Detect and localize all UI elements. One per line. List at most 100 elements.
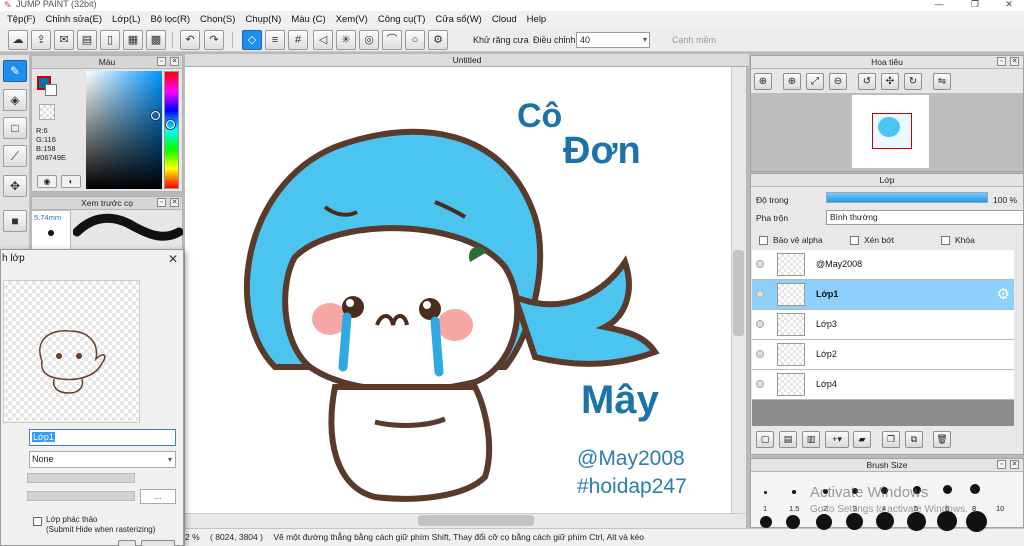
menu-filter[interactable]: Bộ lọc(R) [145,14,195,25]
background-color-swatch[interactable] [45,84,57,96]
menu-capture[interactable]: Chụp(N) [240,14,286,25]
delete-layer-icon[interactable]: 🗑 [933,431,951,448]
redo-icon[interactable]: ↷ [204,30,224,50]
visibility-toggle-icon[interactable] [756,380,764,388]
panel-close-icon[interactable]: ✕ [1010,460,1019,469]
grid-ruler-icon[interactable]: # [288,30,308,50]
dialog-blend-select[interactable]: None ▾ [29,451,176,468]
new-layer-icon[interactable]: ▢ [756,431,774,448]
rectangle-select-icon[interactable]: □ [3,117,27,139]
curve-ruler-icon[interactable]: ⌒ [382,30,402,50]
dialog-more-button[interactable]: ... [140,489,176,504]
restore-button[interactable]: ❐ [960,0,990,10]
brush-size-dot[interactable] [786,515,800,529]
dialog-close-icon[interactable]: ✕ [166,252,180,266]
menu-file[interactable]: Tệp(F) [2,14,41,25]
hue-slider-handle[interactable] [166,120,175,129]
dialog-ok-button[interactable] [118,540,136,546]
zoom-fit-icon[interactable]: ⊕ [754,73,772,90]
perspective-ruler-icon[interactable]: ◁ [313,30,333,50]
sv-picker-handle[interactable] [151,111,160,120]
menu-help[interactable]: Help [522,14,552,25]
eyedropper-icon[interactable]: ◐ [61,175,81,188]
clipping-checkbox[interactable] [850,236,859,245]
brush-size-dot[interactable] [966,511,987,532]
adjust-value-select[interactable]: 40 ▾ [576,32,650,48]
chat-icon[interactable]: ▤ [77,30,97,50]
layer-row-selected[interactable]: Lớp1 ⚙ [752,280,1014,310]
layer-row[interactable]: Lớp4 [752,370,1014,400]
comment-icon[interactable]: ✉ [54,30,74,50]
panel-close-icon[interactable]: ✕ [170,198,179,207]
dialog-slider-track[interactable] [27,473,135,483]
brush-size-dot[interactable] [943,485,952,494]
zoom-in-icon[interactable]: ⊕ [783,73,801,90]
visibility-toggle-icon[interactable] [756,350,764,358]
ruler-off-icon[interactable]: ◇ [242,30,262,50]
canvas[interactable]: Cô Đơn Mây @May2008 #hoidap247 [185,67,731,513]
horizontal-scroll-thumb[interactable] [418,515,534,526]
layer-row[interactable]: Lớp3 [752,310,1014,340]
reset-rotation-icon[interactable]: ✣ [881,73,899,90]
ruler-settings-icon[interactable]: ⚙ [428,30,448,50]
menu-window[interactable]: Cửa sổ(W) [430,14,486,25]
brush-tool-icon[interactable]: ✎ [3,60,27,82]
blend-mode-select[interactable]: Bình thường [826,210,1024,225]
brush-size-dot[interactable] [792,490,796,494]
actual-size-icon[interactable]: ⤢ [806,73,824,90]
line-tool-icon[interactable]: ⟋ [3,145,27,167]
rotate-left-icon[interactable]: ↺ [858,73,876,90]
layer-settings-gear-icon[interactable]: ⚙ [997,285,1010,303]
parallel-ruler-icon[interactable]: ≡ [265,30,285,50]
radial-ruler-icon[interactable]: ✳ [336,30,356,50]
add-layer-menu-icon[interactable]: +▾ [825,431,849,448]
brush-size-dot[interactable] [760,516,772,528]
panel-float-icon[interactable]: ▫ [157,57,166,66]
hue-slider[interactable] [164,71,179,189]
circle-ruler-icon[interactable]: ○ [405,30,425,50]
brush-size-dot[interactable] [816,514,832,530]
dialog-slider-track[interactable] [27,491,135,501]
fill-tool-icon[interactable]: ■ [3,210,27,232]
brush-size-dot[interactable] [764,491,767,494]
document-tab[interactable]: Untitled [185,54,749,67]
panel-float-icon[interactable]: ▫ [997,460,1006,469]
new-text-layer-icon[interactable]: ▥ [802,431,820,448]
export-icon[interactable]: ⇪ [31,30,51,50]
panel-close-icon[interactable]: ✕ [170,57,179,66]
undo-icon[interactable]: ↶ [180,30,200,50]
draft-layer-checkbox[interactable] [33,517,42,526]
layer-name-input[interactable]: Lớp1 [29,429,176,446]
document-icon[interactable]: ▦ [123,30,143,50]
color-wheel-icon[interactable]: ◉ [37,175,57,188]
dialog-cancel-button[interactable] [141,540,175,546]
protect-alpha-checkbox[interactable] [759,236,768,245]
layer-row[interactable]: @May2008 [752,250,1014,280]
menu-tools[interactable]: Công cụ(T) [373,14,431,25]
visibility-toggle-icon[interactable] [756,290,764,298]
zoom-out-icon[interactable]: ⊖ [829,73,847,90]
grid-menu-icon[interactable]: ▩ [146,30,166,50]
rotate-right-icon[interactable]: ↻ [904,73,922,90]
menu-select[interactable]: Chọn(S) [195,14,240,25]
navigator-thumbnail[interactable] [852,95,929,168]
transparent-color-swatch[interactable] [39,104,55,120]
eraser-tool-icon[interactable]: ◈ [3,89,27,111]
merge-layer-icon[interactable]: ⧉ [905,431,923,448]
panel-close-icon[interactable]: ✕ [1010,57,1019,66]
flip-horizontal-icon[interactable]: ⇋ [933,73,951,90]
panel-float-icon[interactable]: ▫ [157,198,166,207]
vertical-scroll-thumb[interactable] [733,250,744,336]
cloud-icon[interactable]: ☁ [8,30,28,50]
menu-edit[interactable]: Chỉnh sửa(E) [41,14,108,25]
menu-view[interactable]: Xem(V) [331,14,373,25]
close-button[interactable]: ✕ [994,0,1024,10]
brush-size-dot[interactable] [846,513,863,530]
saturation-value-picker[interactable] [86,71,162,189]
lock-checkbox[interactable] [941,236,950,245]
menu-cloud[interactable]: Cloud [487,14,522,25]
layer-row[interactable]: Lớp2 [752,340,1014,370]
brush-size-dot[interactable] [970,484,980,494]
move-tool-icon[interactable]: ✥ [3,175,27,197]
visibility-toggle-icon[interactable] [756,320,764,328]
